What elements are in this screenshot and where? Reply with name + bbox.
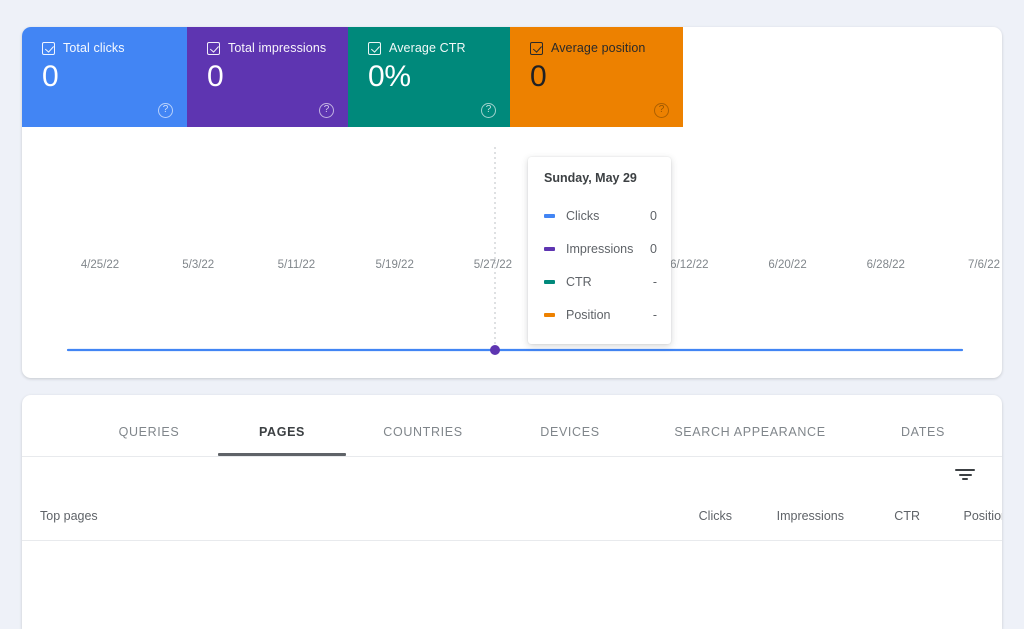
x-axis-tick-label: 6/28/22 — [866, 259, 905, 271]
metric-card-header: Average CTR — [368, 41, 510, 55]
column-header-position[interactable]: Position — [964, 509, 1002, 523]
x-axis-tick-label: 5/19/22 — [375, 259, 414, 271]
help-icon[interactable]: ? — [158, 103, 173, 118]
tab-dates[interactable]: DATES — [901, 425, 945, 439]
tab-search-appearance[interactable]: SEARCH APPEARANCE — [674, 425, 825, 439]
metric-card-header: Average position — [530, 41, 683, 55]
x-axis-tick-label: 6/12/22 — [670, 259, 709, 271]
tooltip-metric-value: 0 — [650, 208, 657, 223]
metric-card-average-ctr[interactable]: Average CTR 0% ? — [348, 27, 510, 127]
tooltip-row-clicks: Clicks 0 — [544, 199, 657, 232]
help-icon[interactable]: ? — [654, 103, 669, 118]
metric-card-header: Total clicks — [42, 41, 187, 55]
active-tab-underline — [218, 453, 346, 456]
legend-swatch-position — [544, 312, 555, 317]
column-header-clicks[interactable]: Clicks — [699, 509, 732, 523]
metric-card-label: Total clicks — [63, 41, 125, 55]
metric-card-value: 0% — [368, 60, 411, 93]
tab-pages[interactable]: PAGES — [259, 425, 305, 439]
x-axis-tick-label: 5/11/22 — [277, 259, 316, 271]
x-axis-tick-label: 5/27/22 — [473, 259, 513, 271]
x-axis-tick-label: 5/3/22 — [182, 259, 215, 271]
chart-canvas — [66, 147, 964, 355]
metric-card-value: 0 — [530, 60, 547, 93]
metric-card-total-clicks[interactable]: Total clicks 0 ? — [22, 27, 187, 127]
legend-swatch-impressions — [544, 246, 555, 251]
dimension-table-panel: QUERIES PAGES COUNTRIES DEVICES SEARCH APPEA… — [22, 395, 1002, 629]
table-body — [22, 541, 1002, 608]
tab-devices[interactable]: DEVICES — [540, 425, 599, 439]
help-icon[interactable]: ? — [481, 103, 496, 118]
tab-countries[interactable]: COUNTRIES — [383, 425, 462, 439]
tooltip-metric-name: CTR — [566, 274, 592, 289]
dimension-tabs: QUERIES PAGES COUNTRIES DEVICES SEARCH APPEA… — [22, 395, 1002, 457]
metric-cards-strip: Total clicks 0 ? Total impressions 0 ? A… — [22, 27, 683, 127]
x-axis-tick-label: 7/6/22 — [968, 259, 1000, 271]
tab-queries[interactable]: QUERIES — [119, 425, 180, 439]
metric-card-average-position[interactable]: Average position 0 ? — [510, 27, 683, 127]
metric-card-label: Average position — [551, 41, 646, 55]
performance-chart[interactable]: 4/25/225/3/225/11/225/19/225/27/226/4/22… — [22, 127, 1002, 378]
tooltip-metric-value: - — [652, 274, 657, 289]
checked-checkbox-icon[interactable] — [530, 41, 543, 55]
tooltip-title: Sunday, May 29 — [544, 171, 637, 185]
metric-card-label: Total impressions — [228, 41, 327, 55]
tooltip-metric-name: Impressions — [566, 241, 634, 256]
tooltip-metric-name: Clicks — [566, 208, 600, 223]
metric-card-total-impressions[interactable]: Total impressions 0 ? — [187, 27, 348, 127]
tooltip-metric-name: Position — [566, 307, 611, 322]
legend-swatch-ctr — [544, 279, 555, 284]
chart-x-axis: 4/25/225/3/225/11/225/19/225/27/226/4/22… — [22, 259, 1002, 279]
performance-page: Total clicks 0 ? Total impressions 0 ? A… — [0, 0, 1024, 629]
checked-checkbox-icon[interactable] — [368, 41, 381, 55]
chart-highlight-marker[interactable] — [490, 345, 500, 355]
filter-icon[interactable] — [955, 469, 975, 485]
help-icon[interactable]: ? — [319, 103, 334, 118]
column-header-top-pages[interactable]: Top pages — [40, 509, 98, 523]
checked-checkbox-icon[interactable] — [207, 41, 220, 55]
checked-checkbox-icon[interactable] — [42, 41, 55, 55]
tooltip-row-impressions: Impressions 0 — [544, 232, 657, 265]
performance-panel: Total clicks 0 ? Total impressions 0 ? A… — [22, 27, 1002, 378]
table-header-row: Top pages Clicks Impressions CTR Position — [22, 501, 1002, 541]
table-toolbar — [22, 457, 1002, 501]
x-axis-tick-label: 4/25/22 — [80, 259, 120, 271]
metric-card-header: Total impressions — [207, 41, 348, 55]
metric-card-label: Average CTR — [389, 41, 466, 55]
x-axis-tick-label: 6/20/22 — [768, 259, 807, 271]
metric-card-value: 0 — [42, 60, 59, 93]
legend-swatch-clicks — [544, 213, 555, 218]
tooltip-row-position: Position - — [544, 298, 657, 331]
tooltip-metric-value: - — [652, 307, 657, 322]
column-header-ctr[interactable]: CTR — [894, 509, 920, 523]
column-header-impressions[interactable]: Impressions — [777, 509, 844, 523]
tooltip-row-ctr: CTR - — [544, 265, 657, 298]
chart-tooltip: Sunday, May 29 Clicks 0 Impressions 0 CT… — [528, 157, 671, 344]
metric-card-value: 0 — [207, 60, 224, 93]
tooltip-metric-value: 0 — [650, 241, 657, 256]
